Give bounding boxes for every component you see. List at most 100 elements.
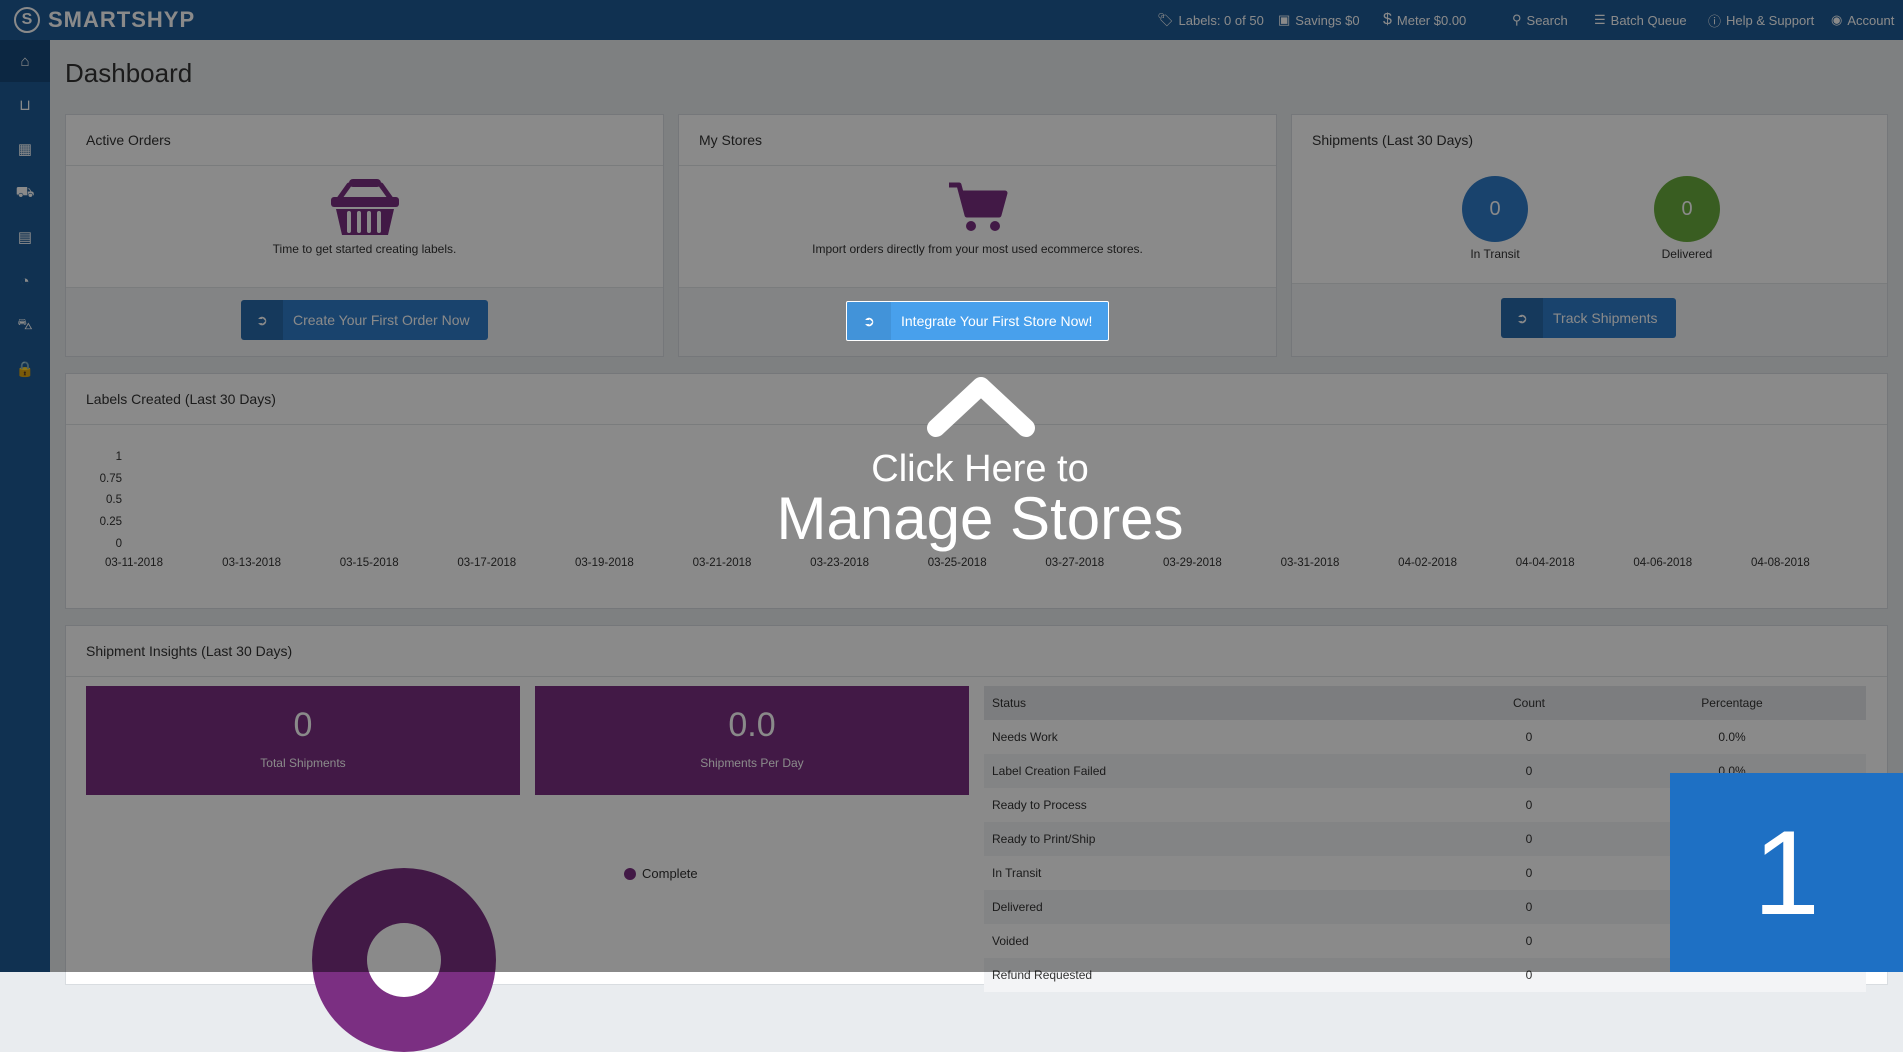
x-tick-label: 03-19-2018 [574,557,634,569]
shipments-per-day-tile: 0.0 Shipments Per Day [535,686,969,795]
labels-counter[interactable]: 🏷 Labels: 0 of 50 [1157,0,1264,40]
track-shipments-label: Track Shipments [1553,310,1658,326]
create-first-order-button[interactable]: ➲ Create Your First Order Now [241,300,488,340]
money-icon: ▣ [1278,12,1291,27]
x-tick-label: 04-06-2018 [1633,557,1693,569]
calendar-icon[interactable]: ▦ [0,128,50,170]
table-cell: 0 [1525,730,1533,744]
panel-title: My Stores [699,132,763,148]
delivered-label: Delivered [1661,247,1713,261]
x-tick-label: 03-29-2018 [1162,557,1222,569]
question-icon: ⓘ [1708,13,1722,29]
delivered-count: 0 [1654,176,1720,242]
basket-icon [66,175,663,242]
account-link[interactable]: ◉ Account [1831,0,1894,40]
account-label: Account [1847,12,1895,28]
x-tick-label: 04-02-2018 [1398,557,1457,569]
in-transit-label: In Transit [1470,247,1520,261]
step-number-badge: 1 [1670,773,1903,972]
donut-legend: Complete [624,866,698,881]
help-label: Help & Support [1726,12,1815,28]
y-tick-label: 0.25 [99,516,122,528]
top-navbar: S SMARTSHYP 🏷 Labels: 0 of 50 ▣ Savings … [0,0,1903,40]
x-tick-label: 03-11-2018 [105,557,163,569]
integrate-store-label: Integrate Your First Store Now! [901,313,1093,329]
panel-footer: ➲ Track Shipments [1292,283,1887,356]
y-tick-label: 0 [115,538,122,550]
address-book-icon[interactable]: ▤ [0,216,50,258]
my-stores-text: Import orders directly from your most us… [812,242,1143,256]
shipments-per-day-value: 0.0 [728,706,776,744]
logo-mark-icon: S [14,7,40,33]
x-tick-label: 03-15-2018 [339,557,399,569]
in-transit-count: 0 [1462,176,1528,242]
table-cell: Refund Requested [992,968,1093,982]
home-icon[interactable]: ⌂ [0,40,50,82]
up-arrow-icon [927,377,1035,437]
dollar-icon: $ [1383,11,1392,28]
y-tick-label: 0.5 [106,494,122,506]
panel-title: Active Orders [86,132,171,148]
panel-header: Shipments (Last 30 Days) [1292,115,1887,165]
savings-text: Savings $0 [1295,12,1360,28]
lock-icon[interactable]: 🔒 [0,348,50,390]
panel-footer: ➲ Create Your First Order Now [66,287,663,356]
table-row: Needs Work 0 0.0% [984,720,1866,754]
legend-label: Complete [642,866,698,881]
table-cell: Ready to Print/Ship [992,832,1096,846]
table-cell: 0 [1525,764,1533,778]
list-icon: ☰ [1594,12,1606,27]
table-header-cell: Status [992,696,1027,710]
legend-swatch [624,867,636,880]
table-header-cell: Count [1512,696,1546,710]
donut-chart [312,868,496,1052]
table-cell: 0 [1525,798,1533,812]
x-tick-label: 03-13-2018 [222,557,281,569]
cart-icon[interactable]: ⛍ [0,304,50,346]
batch-queue-label: Batch Queue [1610,12,1687,28]
y-tick-label: 1 [115,451,122,463]
total-shipments-label: Total Shipments [260,756,346,770]
tag-icon: 🏷 [1157,12,1174,27]
savings-counter[interactable]: ▣ Savings $0 [1278,0,1360,40]
shipments-panel: Shipments (Last 30 Days) 0 In Transit 0 … [1291,114,1888,357]
table-cell: Voided [992,934,1029,948]
arrow-circle-icon: ➲ [241,300,283,340]
labels-counter-text: Labels: 0 of 50 [1178,12,1264,28]
truck-icon[interactable]: ⛟ [0,172,50,214]
basket-icon[interactable]: ⊔ [0,84,50,126]
x-tick-label: 03-27-2018 [1045,557,1105,569]
batch-queue-link[interactable]: ☰ Batch Queue [1594,0,1687,40]
page-title: Dashboard [65,58,193,88]
panel-title: Shipment Insights (Last 30 Days) [86,643,293,659]
table-cell: 0 [1525,866,1533,880]
create-order-label: Create Your First Order Now [293,312,470,328]
callout-line-2: Manage Stores [776,485,1184,552]
panel-header: Active Orders [66,115,663,166]
pie-chart-icon[interactable]: ◔ [0,260,50,302]
search-icon: ⚲ [1512,12,1522,27]
track-shipments-button[interactable]: ➲ Track Shipments [1501,298,1676,338]
panel-title: Shipments (Last 30 Days) [1312,132,1474,148]
table-cell: Needs Work [992,730,1058,744]
sidebar: ⌂ ⊔ ▦ ⛟ ▤ ◔ ⛍ 🔒 [0,40,50,972]
search-label: Search [1526,12,1568,28]
x-tick-label: 03-21-2018 [692,557,752,569]
help-support-link[interactable]: ⓘ Help & Support [1708,0,1814,40]
x-tick-label: 04-08-2018 [1750,557,1810,569]
integrate-first-store-button[interactable]: ➲ Integrate Your First Store Now! [846,301,1109,341]
meter-counter[interactable]: $ Meter $0.00 [1383,0,1466,40]
user-icon: ◉ [1831,12,1843,27]
panel-header: My Stores [679,115,1276,166]
x-tick-label: 03-25-2018 [927,557,987,569]
table-cell: 0.0% [1718,730,1746,744]
table-cell: Ready to Process [992,798,1087,812]
arrow-circle-icon: ➲ [1501,298,1543,338]
table-cell: 0 [1525,968,1533,982]
x-tick-label: 03-17-2018 [457,557,517,569]
search-link[interactable]: ⚲ Search [1512,0,1568,40]
app-logo[interactable]: S SMARTSHYP [14,5,195,35]
total-shipments-value: 0 [293,706,313,744]
table-cell: 0 [1525,900,1533,914]
x-tick-label: 04-04-2018 [1515,557,1575,569]
